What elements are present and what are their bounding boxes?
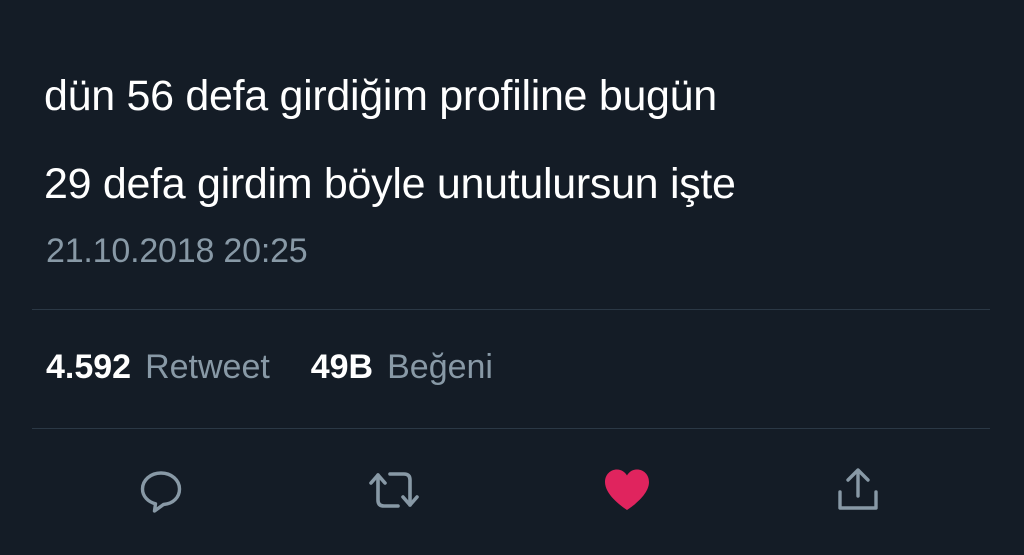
heart-icon: [605, 469, 649, 510]
like-stat[interactable]: 49B Beğeni: [301, 348, 493, 386]
retweet-count: 4.592: [46, 348, 132, 386]
tweet-text: dün 56 defa girdiğim profiline bugün 29 …: [44, 52, 1004, 228]
tweet-text-line: 29 defa girdim böyle unutulursun işte: [44, 160, 736, 208]
like-button[interactable]: [595, 458, 659, 522]
like-label: Beğeni: [387, 348, 493, 386]
tweet-detail: dün 56 defa girdiğim profiline bugün 29 …: [0, 0, 1024, 555]
share-button[interactable]: [826, 458, 890, 522]
share-icon: [838, 468, 878, 510]
tweet-text-line: dün 56 defa girdiğim profiline bugün: [44, 72, 717, 120]
retweet-label: Retweet: [145, 348, 270, 386]
reply-icon: [140, 471, 182, 513]
tweet-timestamp[interactable]: 21.10.2018 20:25: [46, 232, 308, 271]
reply-button[interactable]: [129, 458, 193, 522]
divider: [32, 309, 990, 310]
tweet-actions: [0, 458, 1024, 522]
like-count: 49B: [310, 348, 374, 386]
tweet-stats: 4.592 Retweet 49B Beğeni: [46, 348, 493, 387]
retweet-icon: [369, 472, 419, 508]
retweet-button[interactable]: [362, 458, 426, 522]
divider: [32, 428, 990, 429]
retweet-stat[interactable]: 4.592 Retweet: [46, 348, 279, 386]
